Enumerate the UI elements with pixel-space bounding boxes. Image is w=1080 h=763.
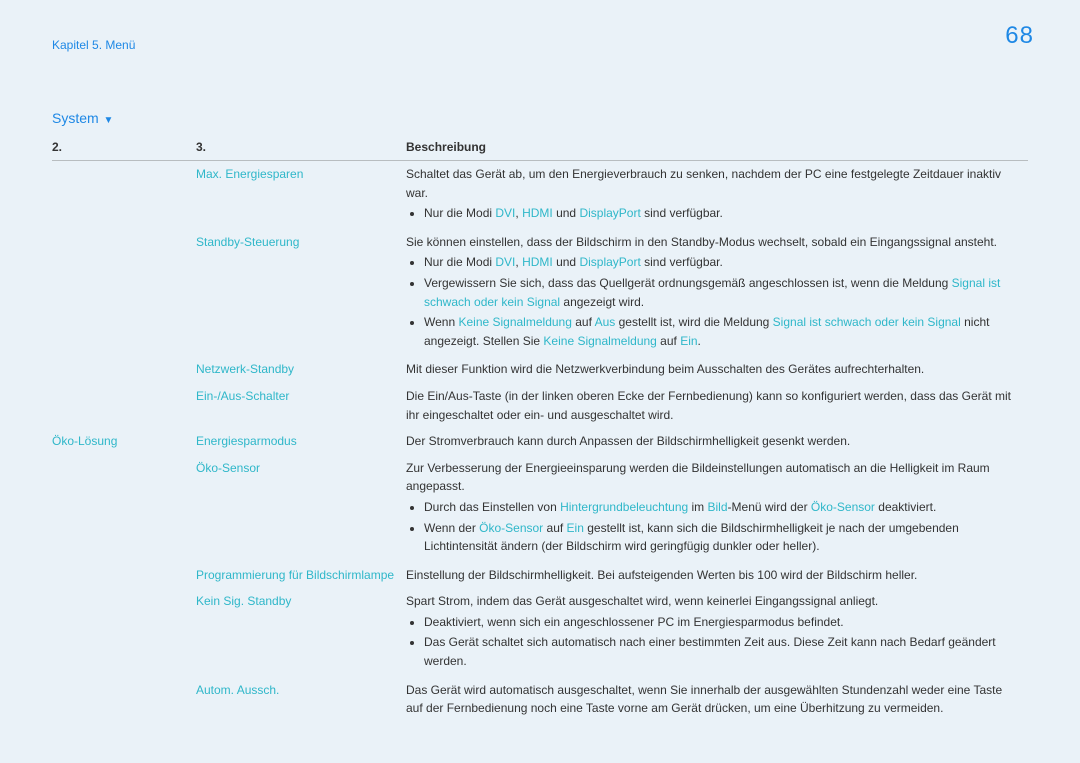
breadcrumb: Kapitel 5. Menü — [52, 38, 1028, 52]
item-autom-aussch: Autom. Aussch. — [196, 677, 406, 722]
desc-text: Das Gerät wird automatisch ausgeschaltet… — [406, 683, 1002, 716]
desc-text: Zur Verbesserung der Energieeinsparung w… — [406, 461, 990, 494]
note-item: Deaktiviert, wenn sich ein angeschlossen… — [424, 613, 1020, 632]
note-item: Vergewissern Sie sich, dass das Quellger… — [424, 274, 1020, 311]
note-list: Deaktiviert, wenn sich ein angeschlossen… — [406, 613, 1020, 671]
desc-text: Die Ein/Aus-Taste (in der linken oberen … — [406, 389, 1011, 422]
table-row: Programmierung für Bildschirmlampe Einst… — [52, 562, 1028, 589]
desc-text: Spart Strom, indem das Gerät ausgeschalt… — [406, 594, 878, 608]
table-row: Öko-Sensor Zur Verbesserung der Energiee… — [52, 455, 1028, 562]
item-kein-sig-standby: Kein Sig. Standby — [196, 588, 406, 676]
item-prog-bildschirmlampe: Programmierung für Bildschirmlampe — [196, 562, 406, 589]
note-item: Das Gerät schaltet sich automatisch nach… — [424, 633, 1020, 670]
header-col-3: 3. — [196, 136, 406, 161]
settings-table: 2. 3. Beschreibung Max. Energiesparen Sc… — [52, 136, 1028, 722]
section-title-text: System — [52, 110, 99, 126]
desc-text: Mit dieser Funktion wird die Netzwerkver… — [406, 362, 924, 376]
item-max-energiesparen: Max. Energiesparen — [196, 161, 406, 229]
page-number: 68 — [1005, 22, 1034, 50]
item-standby-steuerung: Standby-Steuerung — [196, 229, 406, 357]
item-oeko-sensor: Öko-Sensor — [196, 455, 406, 562]
category-oeko-loesung: Öko-Lösung — [52, 428, 196, 455]
table-row: Öko-Lösung Energiesparmodus Der Stromver… — [52, 428, 1028, 455]
desc-text: Der Stromverbrauch kann durch Anpassen d… — [406, 434, 850, 448]
item-ein-aus-schalter: Ein-/Aus-Schalter — [196, 383, 406, 428]
table-header-row: 2. 3. Beschreibung — [52, 136, 1028, 161]
desc-text: Einstellung der Bildschirmhelligkeit. Be… — [406, 568, 917, 582]
note-item: Durch das Einstellen von Hintergrundbele… — [424, 498, 1020, 517]
note-item: Nur die Modi DVI, HDMI und DisplayPort s… — [424, 204, 1020, 223]
chevron-down-icon: ▼ — [101, 115, 114, 126]
header-description: Beschreibung — [406, 136, 1028, 161]
table-row: Standby-Steuerung Sie können einstellen,… — [52, 229, 1028, 357]
note-list: Nur die Modi DVI, HDMI und DisplayPort s… — [406, 253, 1020, 350]
desc-text: Schaltet das Gerät ab, um den Energiever… — [406, 167, 1001, 200]
section-title: System ▼ — [52, 110, 1028, 126]
note-list: Nur die Modi DVI, HDMI und DisplayPort s… — [406, 204, 1020, 223]
desc-text: Sie können einstellen, dass der Bildschi… — [406, 235, 997, 249]
table-row: Ein-/Aus-Schalter Die Ein/Aus-Taste (in … — [52, 383, 1028, 428]
table-row: Autom. Aussch. Das Gerät wird automatisc… — [52, 677, 1028, 722]
table-row: Max. Energiesparen Schaltet das Gerät ab… — [52, 161, 1028, 229]
note-item: Nur die Modi DVI, HDMI und DisplayPort s… — [424, 253, 1020, 272]
note-item: Wenn der Öko-Sensor auf Ein gestellt ist… — [424, 519, 1020, 556]
note-list: Durch das Einstellen von Hintergrundbele… — [406, 498, 1020, 556]
table-row: Kein Sig. Standby Spart Strom, indem das… — [52, 588, 1028, 676]
document-page: Kapitel 5. Menü 68 System ▼ 2. 3. Beschr… — [0, 0, 1080, 763]
table-row: Netzwerk-Standby Mit dieser Funktion wir… — [52, 356, 1028, 383]
item-energiesparmodus: Energiesparmodus — [196, 428, 406, 455]
note-item: Wenn Keine Signalmeldung auf Aus gestell… — [424, 313, 1020, 350]
item-netzwerk-standby: Netzwerk-Standby — [196, 356, 406, 383]
header-col-2: 2. — [52, 136, 196, 161]
